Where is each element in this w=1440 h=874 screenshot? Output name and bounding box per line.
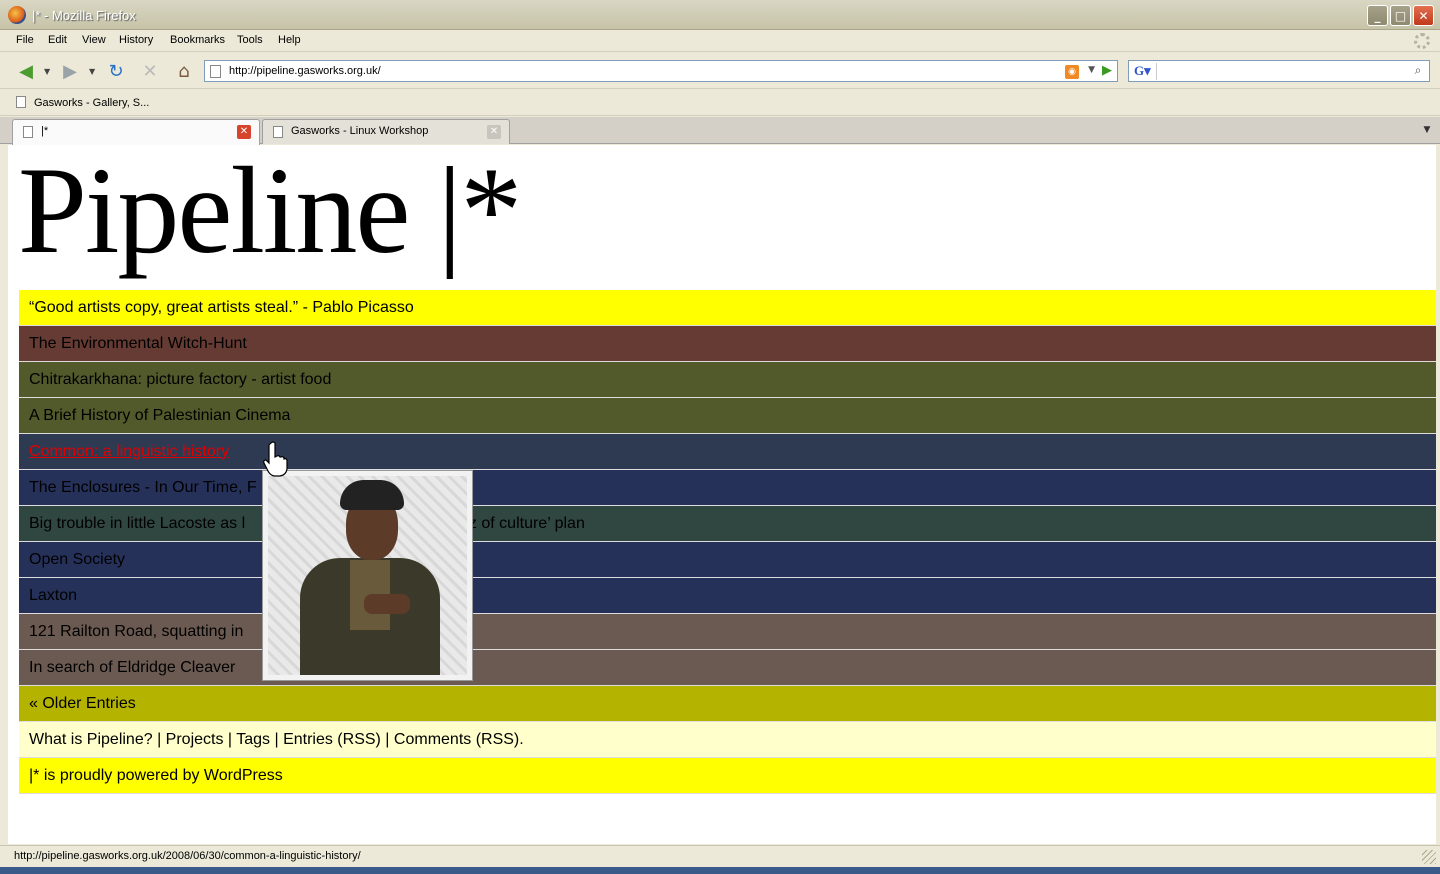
magnifier-search-icon[interactable]: ⌕ [1409, 63, 1427, 79]
forward-history-dropdown-icon[interactable]: ▼ [89, 67, 95, 76]
home-icon[interactable]: ⌂ [172, 59, 196, 83]
post-row[interactable]: Common: a linguistic history [19, 434, 1436, 470]
post-link[interactable]: Common: a linguistic history [29, 443, 229, 461]
tab-close-icon[interactable]: ✕ [237, 125, 251, 139]
forward-arrow-icon[interactable]: ▶ [58, 59, 82, 83]
page-icon [23, 126, 33, 138]
post-link[interactable]: “Good artists copy, great artists steal.… [29, 299, 414, 317]
search-input[interactable] [1161, 63, 1401, 79]
menu-help[interactable]: Help [278, 34, 301, 46]
address-bar[interactable]: http://pipeline.gasworks.org.uk/ ◉ ▼ ▶ [204, 60, 1118, 82]
post-link[interactable]: |* is proudly powered by WordPress [29, 767, 283, 785]
tab-pipeline[interactable]: |* ✕ [12, 119, 260, 145]
thumbnail-popup [262, 470, 473, 681]
maximize-button[interactable]: □ [1390, 5, 1411, 26]
menu-edit[interactable]: Edit [48, 34, 67, 46]
post-link[interactable]: 121 Railton Road, squatting in [29, 623, 243, 641]
thumbnail-photo [268, 476, 467, 675]
post-row[interactable]: « Older Entries [19, 686, 1436, 722]
google-engine-icon[interactable]: G▾ [1131, 63, 1157, 80]
post-row[interactable]: The Enclosures - In Our Time, F [19, 470, 1436, 506]
page-icon [273, 126, 283, 138]
title-bar: |* - Mozilla Firefox _ □ ✕ [0, 0, 1440, 30]
close-button[interactable]: ✕ [1413, 5, 1434, 26]
window-title: |* - Mozilla Firefox [32, 8, 136, 23]
status-bar: http://pipeline.gasworks.org.uk/2008/06/… [0, 845, 1440, 867]
tab-list-chevron-icon[interactable]: ▼ [1418, 121, 1436, 139]
post-row[interactable]: What is Pipeline? | Projects | Tags | En… [19, 722, 1436, 758]
tab-label: |* [41, 125, 49, 137]
post-row[interactable]: Open Society [19, 542, 1436, 578]
back-history-dropdown-icon[interactable]: ▼ [44, 67, 50, 76]
desktop-edge [0, 867, 1440, 874]
back-arrow-icon[interactable]: ◀ [14, 59, 38, 83]
post-row[interactable]: 121 Railton Road, squatting in60s & 80s [19, 614, 1436, 650]
menu-view[interactable]: View [82, 34, 106, 46]
rss-feed-icon[interactable]: ◉ [1065, 65, 1079, 79]
post-row[interactable]: The Environmental Witch-Hunt [19, 326, 1436, 362]
bookmark-item[interactable]: Gasworks - Gallery, S... [16, 96, 149, 109]
post-link[interactable]: Big trouble in little Lacoste as l [29, 515, 245, 533]
post-list: “Good artists copy, great artists steal.… [19, 290, 1436, 794]
stop-icon[interactable]: ✕ [138, 59, 162, 83]
search-box[interactable]: G▾ ⌕ [1128, 60, 1430, 82]
post-link[interactable]: The Enclosures - In Our Time, F [29, 479, 257, 497]
menu-history[interactable]: History [119, 34, 153, 46]
hand-cursor-icon [263, 441, 288, 477]
menu-tools[interactable]: Tools [237, 34, 263, 46]
page-icon [210, 65, 221, 78]
post-link[interactable]: What is Pipeline? | Projects | Tags | En… [29, 731, 524, 749]
post-link[interactable]: In search of Eldridge Cleaver [29, 659, 235, 677]
tab-close-icon[interactable]: ✕ [487, 125, 501, 139]
bookmarks-toolbar: Gasworks - Gallery, S... [0, 90, 1440, 116]
url-history-dropdown-icon[interactable]: ▼ [1088, 65, 1095, 75]
post-row[interactable]: |* is proudly powered by WordPress [19, 758, 1436, 794]
firefox-icon [8, 6, 26, 24]
post-row[interactable]: Chitrakarkhana: picture factory - artist… [19, 362, 1436, 398]
url-text[interactable]: http://pipeline.gasworks.org.uk/ [229, 65, 381, 77]
navigation-toolbar: ◀ ▼ ▶ ▼ ↻ ✕ ⌂ http://pipeline.gasworks.o… [0, 53, 1440, 89]
menu-file[interactable]: File [16, 34, 34, 46]
page-icon [16, 96, 26, 108]
tab-linux-workshop[interactable]: Gasworks - Linux Workshop ✕ [262, 119, 510, 144]
menu-bookmarks[interactable]: Bookmarks [170, 34, 225, 46]
post-link[interactable]: A Brief History of Palestinian Cinema [29, 407, 290, 425]
page-content: Pipeline |* “Good artists copy, great ar… [8, 145, 1436, 844]
post-row[interactable]: A Brief History of Palestinian Cinema [19, 398, 1436, 434]
post-link[interactable]: Open Society [29, 551, 125, 569]
site-logo[interactable]: Pipeline |* [18, 145, 522, 279]
post-row[interactable]: Big trouble in little Lacoste as lt Trop… [19, 506, 1436, 542]
minimize-button[interactable]: _ [1367, 5, 1388, 26]
firefox-window: |* - Mozilla Firefox _ □ ✕ File Edit Vie… [0, 0, 1440, 874]
throbber-icon [1414, 33, 1430, 49]
post-link[interactable]: The Environmental Witch-Hunt [29, 335, 247, 353]
post-link[interactable]: « Older Entries [29, 695, 136, 713]
go-arrow-icon[interactable]: ▶ [1099, 63, 1115, 79]
reload-icon[interactable]: ↻ [104, 59, 128, 83]
post-link[interactable]: Laxton [29, 587, 77, 605]
post-link[interactable]: Chitrakarkhana: picture factory - artist… [29, 371, 331, 389]
menu-bar: File Edit View History Bookmarks Tools H… [0, 30, 1440, 52]
status-text: http://pipeline.gasworks.org.uk/2008/06/… [14, 850, 361, 862]
resize-grip-icon[interactable] [1422, 850, 1436, 864]
tab-bar: |* ✕ Gasworks - Linux Workshop ✕ ▼ [0, 117, 1440, 145]
post-row[interactable]: Laxton [19, 578, 1436, 614]
post-row[interactable]: In search of Eldridge Cleaver [19, 650, 1436, 686]
tab-label: Gasworks - Linux Workshop [291, 125, 429, 137]
post-row[interactable]: “Good artists copy, great artists steal.… [19, 290, 1436, 326]
